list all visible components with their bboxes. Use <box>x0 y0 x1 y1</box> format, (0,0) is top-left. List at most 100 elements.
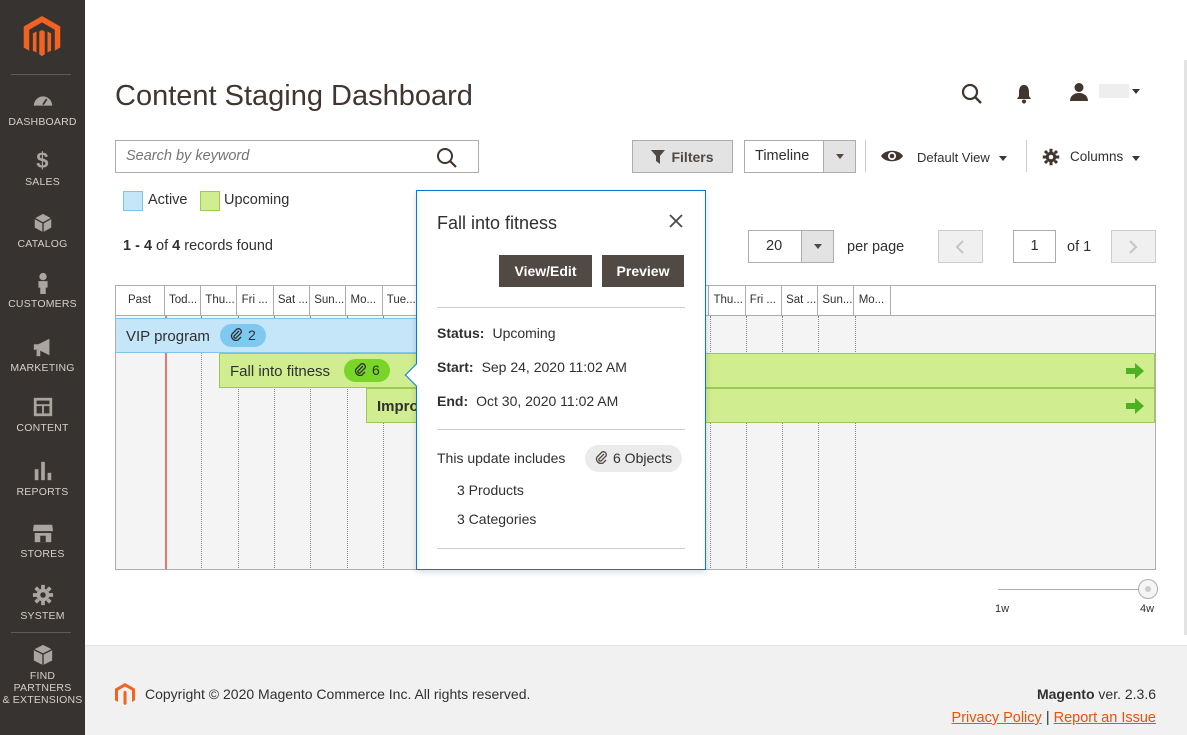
eye-icon[interactable] <box>880 148 904 164</box>
sidebar-item-label: CUSTOMERS <box>8 298 77 310</box>
timeline-column-header: Fri ... <box>746 286 782 316</box>
sidebar-item-sales[interactable]: $ SALES <box>0 148 85 189</box>
object-count-badge[interactable]: 2 <box>220 324 266 347</box>
version-number: ver. 2.3.6 <box>1098 686 1156 702</box>
chevron-left-icon <box>955 240 964 254</box>
dashboard-icon <box>33 96 52 106</box>
footer-links: Privacy Policy | Report an Issue <box>952 710 1156 726</box>
gear-icon[interactable] <box>1042 148 1060 166</box>
per-page-select[interactable]: 20 <box>748 230 834 263</box>
columns-label[interactable]: Columns <box>1070 149 1123 164</box>
privacy-policy-link[interactable]: Privacy Policy <box>952 710 1042 726</box>
megaphone-icon <box>33 338 49 357</box>
zoom-slider-handle[interactable] <box>1138 579 1158 599</box>
records-of: of <box>156 238 169 254</box>
object-count: 2 <box>248 327 256 343</box>
store-icon <box>32 524 53 543</box>
zoom-slider-track[interactable] <box>998 589 1148 590</box>
legend-active-swatch <box>123 191 143 211</box>
layout-icon <box>33 397 52 417</box>
zoom-max-label: 4w <box>1140 603 1155 615</box>
search-box <box>115 140 479 173</box>
bell-icon[interactable] <box>1016 84 1032 104</box>
records-total: 4 <box>172 238 181 254</box>
report-issue-link[interactable]: Report an Issue <box>1054 710 1156 726</box>
sidebar-item-customers[interactable]: CUSTOMERS <box>0 272 85 310</box>
end-label: End: <box>437 393 469 409</box>
search-icon[interactable] <box>961 83 983 105</box>
page-title: Content Staging Dashboard <box>115 80 473 112</box>
sidebar-item-label: DASHBOARD <box>8 116 77 128</box>
timeline-day-separator <box>201 316 202 569</box>
status-value: Upcoming <box>492 325 556 341</box>
view-mode-value: Timeline <box>755 148 810 164</box>
filter-icon <box>651 149 666 164</box>
sidebar-item-label: CONTENT <box>16 422 69 434</box>
arrow-right-icon <box>1126 363 1144 379</box>
close-icon[interactable] <box>668 213 684 229</box>
sidebar-item-catalog[interactable]: CATALOG <box>0 212 85 250</box>
start-value: Sep 24, 2020 11:02 AM <box>481 359 627 375</box>
sidebar-item-dashboard[interactable]: DASHBOARD <box>0 90 85 128</box>
timeline-column-header: Tod... <box>165 286 201 316</box>
objects-badge[interactable]: 6 Objects <box>585 445 683 472</box>
popup-title: Fall into fitness <box>437 213 558 233</box>
chevron-down-icon[interactable] <box>999 156 1007 161</box>
records-suffix: records found <box>184 238 273 254</box>
search-input[interactable] <box>116 141 416 171</box>
next-page-button[interactable] <box>1111 230 1156 263</box>
admin-sidebar: DASHBOARD $ SALES CATALOG CUSTOMERS MARK… <box>0 0 85 735</box>
user-icon[interactable] <box>1069 82 1089 102</box>
view-mode-select[interactable]: Timeline <box>744 140 856 173</box>
sidebar-item-reports[interactable]: REPORTS <box>0 460 85 498</box>
end-row: End: Oct 30, 2020 11:02 AM <box>437 393 618 409</box>
paperclip-icon <box>354 363 366 376</box>
filters-label: Filters <box>671 148 714 165</box>
preview-button[interactable]: Preview <box>602 255 684 287</box>
timeline-column-header: Sun... <box>310 286 347 316</box>
object-count-badge[interactable]: 6 <box>344 359 390 382</box>
user-name[interactable] <box>1099 84 1129 98</box>
sidebar-item-partners[interactable]: FIND PARTNERS & EXTENSIONS <box>0 644 85 706</box>
timeline-bar-vip-program[interactable]: VIP program 2 <box>116 318 416 353</box>
sidebar-item-stores[interactable]: STORES <box>0 522 85 560</box>
paperclip-icon <box>230 328 242 341</box>
sidebar-divider <box>11 632 71 633</box>
sidebar-divider <box>11 74 71 75</box>
dollar-icon: $ <box>36 148 49 173</box>
sidebar-item-label: MARKETING <box>10 362 75 374</box>
paperclip-icon <box>595 451 607 464</box>
chevron-right-icon <box>1129 240 1138 254</box>
filters-button[interactable]: Filters <box>632 140 733 173</box>
chevron-down-icon[interactable] <box>801 231 833 262</box>
zoom-min-label: 1w <box>995 603 1010 615</box>
arrow-right-icon <box>1126 398 1144 414</box>
sidebar-item-system[interactable]: SYSTEM <box>0 584 85 622</box>
view-edit-button[interactable]: View/Edit <box>499 255 592 287</box>
update-details-popup: Fall into fitness View/Edit Preview Stat… <box>404 190 706 570</box>
status-label: Status: <box>437 325 485 341</box>
brand-name: Magento <box>1036 686 1095 702</box>
gear-icon <box>32 584 53 606</box>
previous-page-button[interactable] <box>938 230 983 263</box>
bar-label: Impro <box>377 398 419 415</box>
timeline-column-header: Tue... <box>383 286 419 316</box>
magento-logo-icon[interactable] <box>22 16 62 58</box>
chevron-down-icon[interactable] <box>1132 89 1140 94</box>
person-icon <box>37 272 48 294</box>
cube-icon <box>33 213 52 233</box>
legend-upcoming-swatch <box>200 191 220 211</box>
products-count: 3 Products <box>457 482 524 498</box>
bar-label: VIP program <box>126 328 210 345</box>
default-view-label[interactable]: Default View <box>917 150 990 165</box>
main-content: Content Staging Dashboard Filters Timeli… <box>85 0 1187 735</box>
page-number-input[interactable]: 1 <box>1013 230 1056 263</box>
search-icon[interactable] <box>436 147 458 169</box>
sidebar-item-label: CATALOG <box>17 238 68 250</box>
magento-logo-icon <box>115 683 135 705</box>
chevron-down-icon[interactable] <box>1132 156 1140 161</box>
sidebar-item-marketing[interactable]: MARKETING <box>0 336 85 374</box>
sidebar-item-content[interactable]: CONTENT <box>0 396 85 434</box>
chevron-down-icon[interactable] <box>823 141 855 172</box>
timeline-column-header: Mo... <box>855 286 891 316</box>
